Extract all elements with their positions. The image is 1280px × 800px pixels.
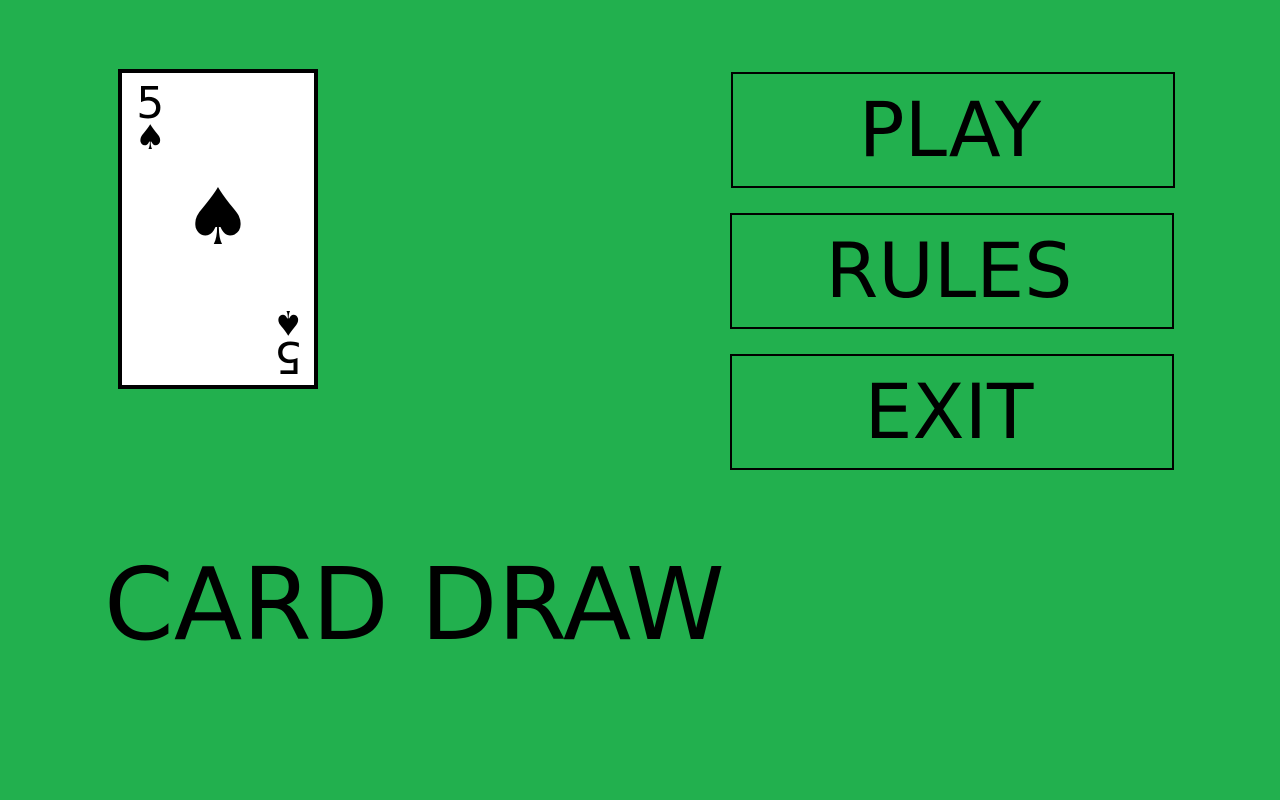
- exit-button[interactable]: EXIT: [730, 354, 1174, 470]
- rules-button-label: RULES: [825, 226, 1073, 315]
- card-corner-top-left: 5 ♠: [135, 82, 166, 158]
- card-rank-bottom: 5: [273, 331, 302, 382]
- play-button-label: PLAY: [858, 85, 1042, 174]
- exit-button-label: EXIT: [864, 367, 1034, 456]
- play-button[interactable]: PLAY: [731, 72, 1175, 188]
- spade-icon: ♠: [135, 118, 166, 158]
- spade-icon-center: ♠: [183, 173, 253, 263]
- game-title: CARD DRAW: [104, 546, 725, 663]
- rules-button[interactable]: RULES: [730, 213, 1174, 329]
- spade-icon: ♠: [272, 302, 303, 342]
- card-corner-bottom-right: 5 ♠: [272, 302, 303, 382]
- playing-card-five-of-spades: 5 ♠ ♠ 5 ♠: [118, 69, 318, 389]
